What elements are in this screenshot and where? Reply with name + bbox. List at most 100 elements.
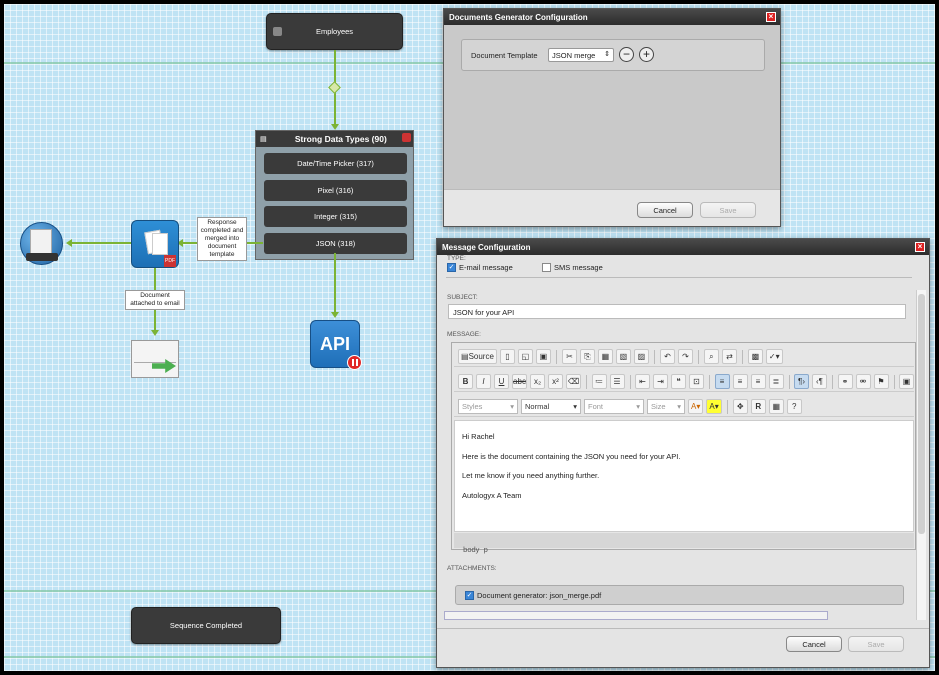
scrollbar-thumb[interactable] (918, 294, 925, 534)
sequence-label: Sequence Completed (169, 621, 243, 630)
show-blocks-icon[interactable]: ▦ (768, 399, 784, 414)
vertical-scrollbar[interactable] (916, 290, 926, 620)
indent-icon[interactable]: ⇥ (653, 374, 668, 389)
type-caption: TYPE: (447, 255, 466, 262)
group-item-label: Integer (315) (314, 212, 357, 221)
preview-icon[interactable]: ◱ (517, 349, 533, 364)
superscript-icon[interactable]: x² (548, 374, 563, 389)
editor-toolbar-row-2: B I U abc x₂ x² ⌫ ≔ ☰ ⇤ ⇥ ❝ ⊡ ≡ ≡ ≡ ≣ ¶›… (454, 372, 914, 392)
size-dropdown[interactable]: Size ▾ (647, 399, 685, 414)
styles-dropdown[interactable]: Styles ▾ (458, 399, 518, 414)
strike-icon[interactable]: abc (512, 374, 527, 389)
save-button[interactable]: Save (700, 202, 756, 218)
connector-line (70, 242, 131, 244)
data-types-group[interactable]: ▤ Strong Data Types (90) Date/Time Picke… (255, 130, 414, 260)
group-item-integer[interactable]: Integer (315) (264, 206, 407, 227)
toolbar-separator (629, 374, 630, 389)
paste-text-icon[interactable]: ▧ (615, 349, 631, 364)
api-icon[interactable]: API (310, 320, 362, 370)
document-generator-icon[interactable]: PDF (131, 220, 179, 268)
blockquote-icon[interactable]: ❝ (671, 374, 686, 389)
link-icon[interactable]: ⚭ (837, 374, 853, 389)
numbered-list-icon[interactable]: ≔ (591, 374, 607, 389)
maximize-icon[interactable]: ✥ (732, 399, 748, 414)
menu-icon[interactable]: ▤ (260, 135, 267, 143)
toolbar-separator (726, 399, 728, 414)
bulleted-list-icon[interactable]: ☰ (609, 374, 625, 389)
justify-icon[interactable]: ≣ (768, 374, 784, 389)
group-close-icon[interactable] (402, 133, 411, 142)
italic-icon[interactable]: I (476, 374, 491, 389)
new-page-icon[interactable]: ▯ (499, 349, 515, 364)
select-arrows-icon: ⇕ (604, 51, 610, 58)
subject-value: JSON for your API (453, 308, 515, 317)
close-icon[interactable]: × (915, 242, 925, 252)
editor-toolbar-row-1: ▤ Source ▯ ◱ ▣ ✂ ⎘ ▦ ▧ ▨ ↶ ↷ ⌕ ⇄ ▩ ✓▾ (454, 347, 914, 367)
add-template-icon[interactable]: + (639, 47, 654, 62)
text-color-icon[interactable]: A▾ (688, 399, 704, 414)
window-title-bar: Documents Generator Configuration × (444, 9, 780, 25)
print-icon[interactable]: ▣ (535, 349, 551, 364)
save-button[interactable]: Save (848, 636, 904, 652)
anchor-icon[interactable]: ⚑ (873, 374, 889, 389)
template-select[interactable]: JSON merge ⇕ (548, 48, 614, 62)
copy-icon[interactable]: ⎘ (579, 349, 595, 364)
spellcheck-icon[interactable]: ✓▾ (765, 349, 783, 364)
email-icon[interactable] (131, 340, 179, 378)
cancel-button[interactable]: Cancel (637, 202, 693, 218)
redo-icon[interactable]: ↷ (677, 349, 693, 364)
align-center-icon[interactable]: ≡ (732, 374, 748, 389)
merge-connector-label: Response completed and merged into docum… (197, 217, 247, 261)
subscript-icon[interactable]: x₂ (530, 374, 545, 389)
unlink-icon[interactable]: ⚮ (855, 374, 871, 389)
checkbox-checked-icon[interactable]: ✓ (447, 263, 456, 272)
sequence-completed-node[interactable]: Sequence Completed (131, 607, 281, 644)
template-select-value: JSON merge (552, 51, 596, 60)
remove-template-icon[interactable]: − (619, 47, 634, 62)
find-icon[interactable]: ⌕ (703, 349, 719, 364)
rtl-icon[interactable]: ‹¶ (812, 374, 827, 389)
toolbar-separator (893, 374, 894, 389)
subject-input[interactable]: JSON for your API (448, 304, 906, 319)
attachment-item[interactable]: ✓ Document generator: json_merge.pdf (455, 585, 904, 605)
image-icon[interactable]: ▣ (899, 374, 914, 389)
email-option[interactable]: ✓ E-mail message (447, 263, 513, 272)
chevron-down-icon: ▾ (636, 402, 640, 411)
div-container-icon[interactable]: ⊡ (689, 374, 704, 389)
remove-format-icon[interactable]: ⌫ (566, 374, 581, 389)
bold-icon[interactable]: B (458, 374, 473, 389)
replace-icon[interactable]: ⇄ (721, 349, 737, 364)
editor-body[interactable]: Hi Rachel Here is the document containin… (454, 420, 914, 532)
format-dropdown[interactable]: Normal ▾ (521, 399, 581, 414)
employees-node[interactable]: Employees (266, 13, 403, 50)
cut-icon[interactable]: ✂ (561, 349, 577, 364)
undo-icon[interactable]: ↶ (659, 349, 675, 364)
document-globe-icon[interactable] (20, 222, 63, 265)
background-color-icon[interactable]: A▾ (706, 399, 722, 414)
window-title-bar: Message Configuration × (437, 239, 929, 255)
attachments-caption: ATTACHMENTS: (447, 565, 497, 572)
ltr-icon[interactable]: ¶› (794, 374, 809, 389)
close-icon[interactable]: × (766, 12, 776, 22)
group-item-json[interactable]: JSON (318) (264, 233, 407, 254)
align-right-icon[interactable]: ≡ (750, 374, 766, 389)
sms-option[interactable]: SMS message (542, 263, 603, 272)
horizontal-scrollbar[interactable] (444, 611, 828, 620)
paste-icon[interactable]: ▦ (597, 349, 613, 364)
source-button[interactable]: ▤ Source (458, 349, 497, 364)
checkbox-empty-icon[interactable] (542, 263, 551, 272)
size-placeholder: Size (651, 402, 666, 411)
align-left-icon[interactable]: ≡ (714, 374, 730, 389)
group-item-datetime[interactable]: Date/Time Picker (317) (264, 153, 407, 174)
underline-icon[interactable]: U (494, 374, 509, 389)
paste-word-icon[interactable]: ▨ (633, 349, 649, 364)
font-dropdown[interactable]: Font ▾ (584, 399, 644, 414)
attach-connector-label: Document attached to email (125, 290, 185, 310)
group-item-pixel[interactable]: Pixel (316) (264, 180, 407, 201)
outdent-icon[interactable]: ⇤ (635, 374, 650, 389)
checkbox-checked-icon[interactable]: ✓ (465, 590, 474, 600)
help-icon[interactable]: ? (786, 399, 802, 414)
cancel-button[interactable]: Cancel (786, 636, 842, 652)
select-all-icon[interactable]: ▩ (747, 349, 763, 364)
registered-icon[interactable]: R (750, 399, 766, 414)
